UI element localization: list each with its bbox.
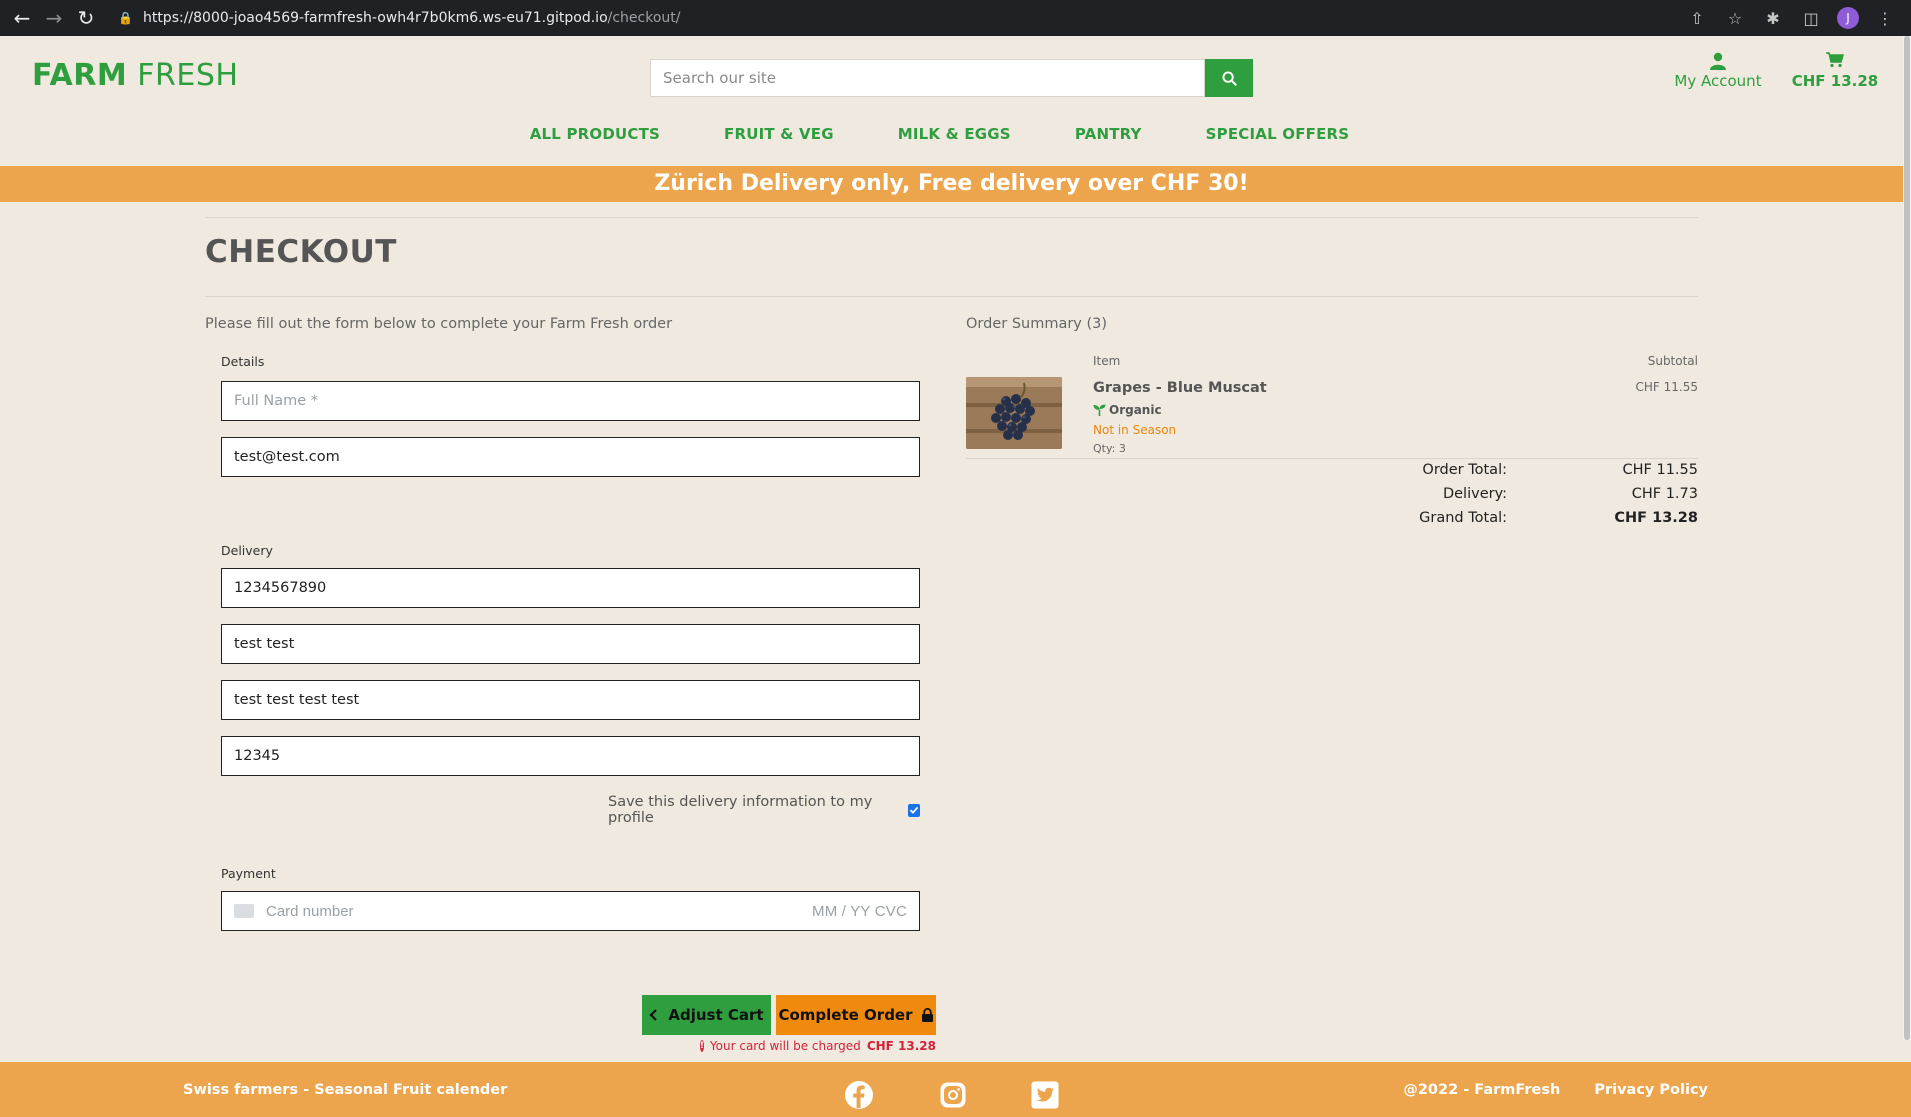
search-input[interactable] (650, 59, 1205, 97)
main-nav: ALL PRODUCTS FRUIT & VEG MILK & EGGS PAN… (0, 125, 1911, 143)
grand-total-label: Grand Total: (1419, 510, 1507, 526)
column-subtotal-header: Subtotal (1647, 354, 1698, 368)
credit-card-icon (234, 904, 254, 918)
site-search (650, 59, 1253, 97)
delivery-banner: Zürich Delivery only, Free delivery over… (0, 166, 1903, 202)
season-status: Not in Season (1093, 423, 1177, 437)
seedling-icon (1093, 404, 1106, 416)
forward-arrow-icon[interactable]: → (38, 0, 70, 36)
save-info-row: Save this delivery information to my pro… (608, 794, 920, 826)
checkmark-icon (909, 806, 919, 814)
privacy-policy-link[interactable]: Privacy Policy (1594, 1082, 1708, 1098)
divider-top (205, 217, 1698, 218)
share-icon[interactable]: ⇧ (1685, 9, 1709, 28)
address-bar[interactable]: https://8000-joao4569-farmfresh-owh4r7b0… (143, 10, 681, 26)
back-arrow-icon[interactable]: ← (6, 0, 38, 36)
twitter-link[interactable] (1029, 1079, 1061, 1111)
lock-icon (921, 1008, 933, 1022)
charge-amount: CHF 13.28 (866, 1039, 936, 1053)
line-subtotal: CHF 11.55 (1635, 380, 1698, 394)
search-button[interactable] (1205, 59, 1253, 97)
nav-milk-eggs[interactable]: MILK & EGGS (898, 125, 1011, 143)
instagram-icon (940, 1082, 966, 1108)
postcode-field[interactable] (221, 736, 920, 776)
scrollbar-thumb[interactable] (1904, 36, 1910, 1040)
address-line2-field[interactable] (221, 680, 920, 720)
card-expiry-cvc-placeholder: MM / YY CVC (812, 902, 907, 920)
phone-field[interactable] (221, 568, 920, 608)
card-element[interactable]: Card number MM / YY CVC (221, 891, 920, 931)
my-account-label: My Account (1674, 72, 1762, 90)
adjust-cart-button[interactable]: Adjust Cart (642, 995, 771, 1035)
product-name: Grapes - Blue Muscat (1093, 380, 1267, 396)
organic-badge: Organic (1093, 403, 1162, 417)
delivery-label: Delivery (221, 543, 273, 558)
seasonal-calendar-link[interactable]: Swiss farmers - Seasonal Fruit calender (183, 1082, 507, 1098)
details-label: Details (221, 354, 265, 369)
full-name-field[interactable] (221, 381, 920, 421)
reload-icon[interactable]: ↻ (70, 0, 102, 36)
cart-link[interactable]: CHF 13.28 (1790, 52, 1880, 90)
url-host: https://8000-joao4569-farmfresh-owh4r7b0… (142, 10, 608, 26)
url-path: /checkout/ (607, 10, 681, 26)
complete-order-button[interactable]: Complete Order (776, 995, 936, 1035)
browser-toolbar: ← → ↻ 🔒 https://8000-joao4569-farmfresh-… (0, 0, 1911, 36)
lock-icon: 🔒 (118, 11, 133, 25)
divider-title (205, 296, 1698, 297)
page-title: CHECKOUT (205, 234, 397, 270)
facebook-icon (845, 1081, 873, 1109)
grapes-image (966, 377, 1062, 449)
checkout-intro: Please fill out the form below to comple… (205, 316, 673, 332)
nav-fruit-veg[interactable]: FRUIT & VEG (724, 125, 834, 143)
adjust-cart-label: Adjust Cart (668, 1006, 764, 1024)
grand-total-value: CHF 13.28 (1614, 510, 1698, 526)
site-footer: Swiss farmers - Seasonal Fruit calender … (0, 1062, 1911, 1117)
order-summary-title: Order Summary (3) (966, 316, 1108, 332)
payment-label: Payment (221, 866, 276, 881)
search-icon (1221, 70, 1237, 86)
twitter-icon (1031, 1081, 1059, 1109)
product-quantity: Qty: 3 (1093, 442, 1126, 455)
facebook-link[interactable] (843, 1079, 875, 1111)
extensions-icon[interactable]: ✱ (1761, 9, 1785, 28)
logo-bold: FARM (32, 58, 128, 93)
order-total-value: CHF 11.55 (1622, 462, 1699, 478)
email-field[interactable] (221, 437, 920, 477)
complete-order-label: Complete Order (778, 1006, 913, 1024)
delivery-cost-label: Delivery: (1442, 486, 1507, 502)
profile-avatar[interactable]: J (1837, 7, 1859, 29)
organic-label: Organic (1109, 403, 1162, 417)
charge-note: ! Your card will be charged CHF 13.28 (699, 1039, 936, 1053)
menu-dots-icon[interactable]: ⋮ (1873, 9, 1897, 28)
address-line1-field[interactable] (221, 624, 920, 664)
order-total-label: Order Total: (1422, 462, 1507, 478)
my-account-link[interactable]: My Account (1668, 52, 1768, 90)
column-item-header: Item (1093, 354, 1121, 368)
charge-note-text: Your card will be charged (709, 1039, 861, 1053)
delivery-cost-value: CHF 1.73 (1631, 486, 1698, 502)
copyright-text: @2022 - FarmFresh (1403, 1082, 1561, 1098)
product-image[interactable] (966, 377, 1062, 449)
nav-all-products[interactable]: ALL PRODUCTS (530, 125, 660, 143)
nav-special-offers[interactable]: SPECIAL OFFERS (1206, 125, 1350, 143)
summary-divider (966, 458, 1698, 459)
error-circle-icon: ! (699, 1040, 704, 1052)
sidepanel-icon[interactable]: ◫ (1799, 9, 1823, 28)
cart-icon (1826, 52, 1844, 68)
save-info-checkbox[interactable] (907, 803, 920, 817)
star-icon[interactable]: ☆ (1723, 9, 1747, 28)
logo-light: FRESH (137, 58, 239, 93)
footer-right: @2022 - FarmFresh Privacy Policy (1403, 1082, 1708, 1098)
page-scrollbar[interactable] (1903, 36, 1911, 1040)
instagram-link[interactable] (937, 1079, 969, 1111)
nav-pantry[interactable]: PANTRY (1075, 125, 1142, 143)
user-icon (1710, 52, 1726, 70)
cart-total: CHF 13.28 (1791, 72, 1879, 90)
save-info-label: Save this delivery information to my pro… (608, 794, 873, 826)
card-number-placeholder: Card number (266, 902, 354, 920)
site-logo[interactable]: FARM FRESH (32, 58, 238, 93)
chevron-left-icon (649, 1009, 658, 1021)
